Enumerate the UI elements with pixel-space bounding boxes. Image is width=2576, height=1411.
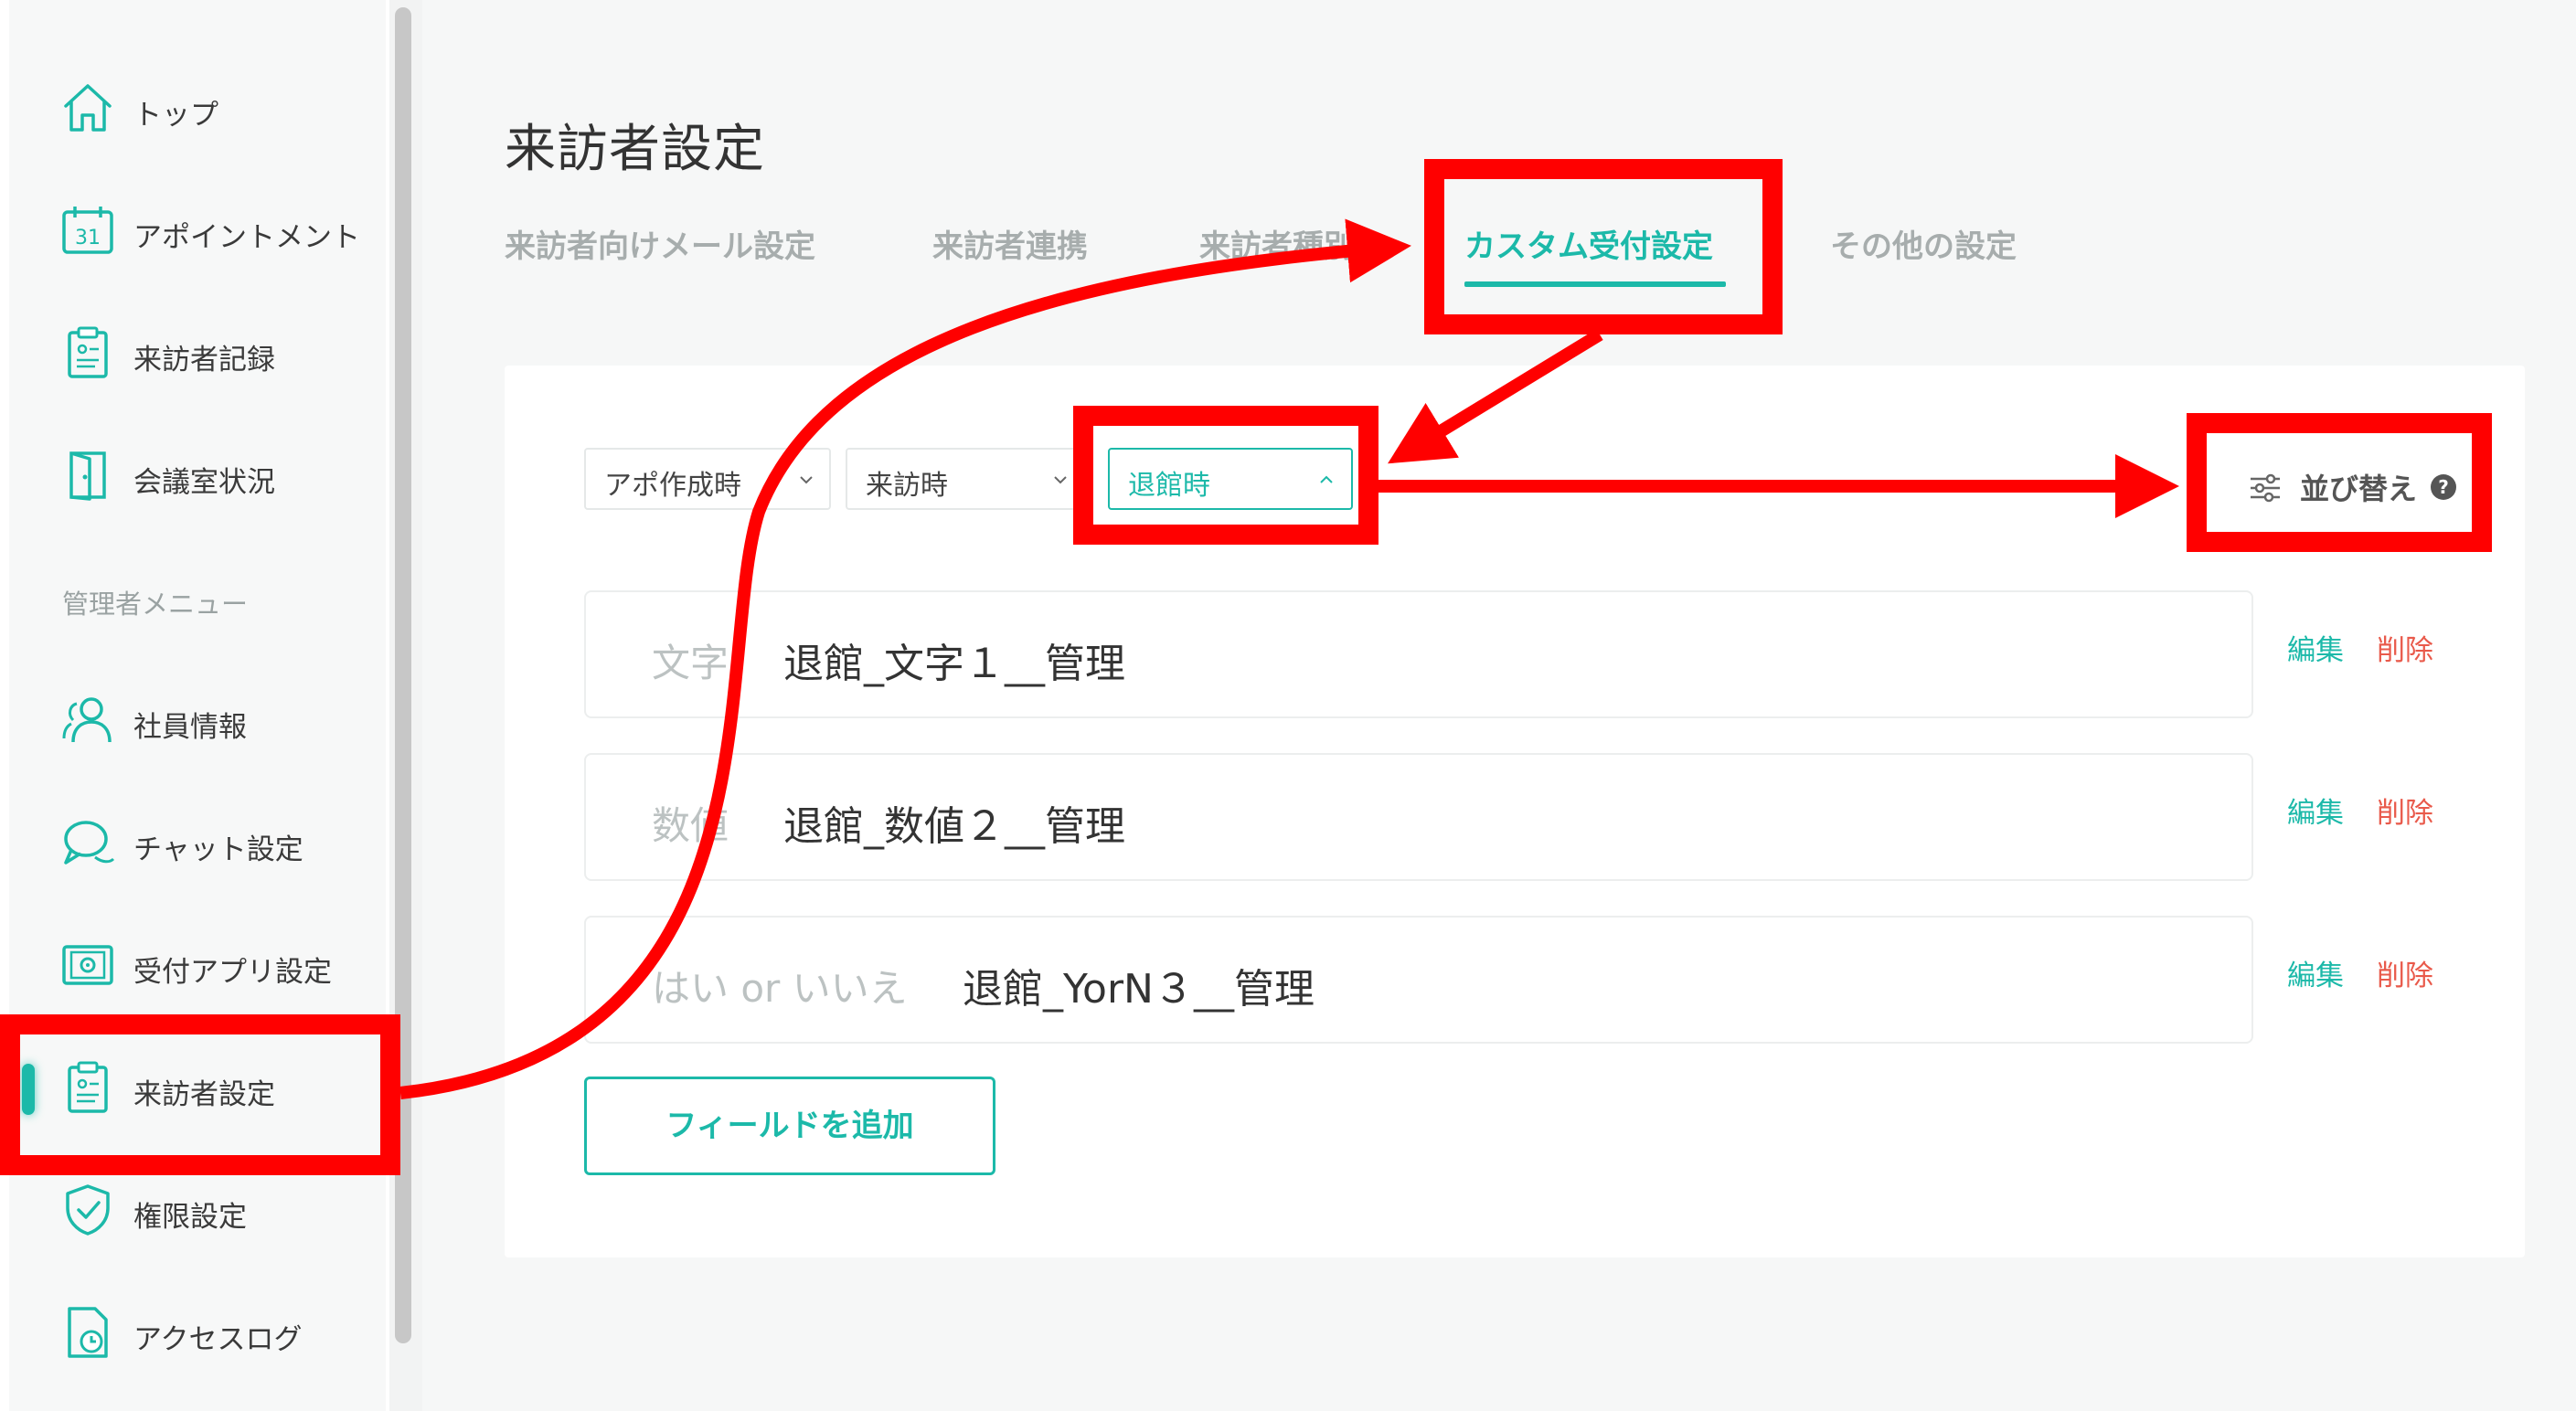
filter-select-visit-time[interactable]: 来訪時	[846, 448, 1083, 510]
annotation-box-sort	[2187, 413, 2492, 552]
admin-menu-heading: 管理者メニュー	[62, 589, 249, 620]
sidebar-item-label: トップ	[133, 99, 218, 132]
sidebar-item-label: 来訪者記録	[133, 344, 275, 377]
select-label: アポ作成時	[604, 470, 741, 502]
chat-icon	[59, 813, 117, 872]
sidebar-item-visitor-records[interactable]: 来訪者記録	[9, 303, 386, 404]
sidebar-item-top[interactable]: トップ	[9, 58, 386, 159]
add-field-button[interactable]: フィールドを追加	[584, 1077, 995, 1175]
field-type: 数値	[652, 803, 729, 848]
sidebar-item-permissions[interactable]: 権限設定	[9, 1161, 386, 1261]
edit-link[interactable]: 編集	[2287, 952, 2344, 993]
sidebar-item-meeting-rooms[interactable]: 会議室状況	[9, 426, 386, 526]
annotation-box-sidebar	[0, 1014, 400, 1175]
field-name: 退館_数値２__管理	[783, 803, 1125, 850]
sidebar-item-label: 会議室状況	[133, 466, 275, 499]
filter-select-appointment-created[interactable]: アポ作成時	[584, 448, 831, 510]
sidebar-item-label: アクセスログ	[133, 1323, 303, 1356]
sidebar-item-label: 社員情報	[133, 711, 247, 744]
field-name: 退館_文字１__管理	[783, 641, 1125, 687]
delete-link[interactable]: 削除	[2377, 790, 2433, 831]
sidebar-item-access-log[interactable]: アクセスログ	[9, 1283, 386, 1384]
delete-link[interactable]: 削除	[2377, 952, 2433, 993]
svg-text:31: 31	[75, 227, 101, 249]
home-icon	[59, 79, 117, 137]
door-icon	[59, 446, 117, 504]
annotation-box-tab	[1424, 159, 1783, 334]
sidebar: トップ 31 アポイントメント 来訪者記録 会議室状況 管理者メニュー 社員情報…	[9, 0, 386, 1411]
field-row: はい or いいえ 退館_YorN３__管理	[584, 916, 2253, 1044]
select-label: 来訪時	[866, 470, 948, 502]
chevron-down-icon	[800, 476, 813, 484]
edit-link[interactable]: 編集	[2287, 627, 2344, 668]
edit-link[interactable]: 編集	[2287, 790, 2344, 831]
sidebar-item-label: アポイントメント	[133, 221, 360, 254]
delete-link[interactable]: 削除	[2377, 627, 2433, 668]
log-clock-icon	[59, 1303, 117, 1362]
sidebar-item-label: 権限設定	[133, 1201, 247, 1234]
field-row: 数値 退館_数値２__管理	[584, 753, 2253, 881]
tab-visitor-email[interactable]: 来訪者向けメール設定	[505, 221, 815, 266]
clipboard-icon	[59, 324, 117, 382]
sidebar-item-label: 受付アプリ設定	[133, 956, 332, 989]
tab-visitor-types[interactable]: 来訪者種別	[1199, 221, 1355, 266]
sidebar-item-chat-settings[interactable]: チャット設定	[9, 793, 386, 894]
sidebar-item-appointment[interactable]: 31 アポイントメント	[9, 181, 386, 281]
tab-visitor-integration[interactable]: 来訪者連携	[932, 221, 1088, 266]
sidebar-item-label: チャット設定	[133, 833, 303, 866]
shield-check-icon	[59, 1181, 117, 1239]
annotation-box-filter	[1073, 406, 1378, 545]
field-name: 退館_YorN３__管理	[963, 966, 1315, 1013]
calendar-icon: 31	[59, 201, 117, 260]
page-title: 来訪者設定	[505, 120, 765, 179]
field-type: はい or いいえ	[652, 966, 908, 1011]
field-type: 文字	[652, 641, 729, 685]
tablet-gear-icon	[59, 936, 117, 994]
users-icon	[59, 691, 117, 749]
sidebar-item-reception-app[interactable]: 受付アプリ設定	[9, 916, 386, 1016]
sidebar-item-employees[interactable]: 社員情報	[9, 671, 386, 771]
chevron-down-icon	[1054, 476, 1067, 484]
tab-other-settings[interactable]: その他の設定	[1830, 221, 2017, 266]
field-row: 文字 退館_文字１__管理	[584, 590, 2253, 718]
